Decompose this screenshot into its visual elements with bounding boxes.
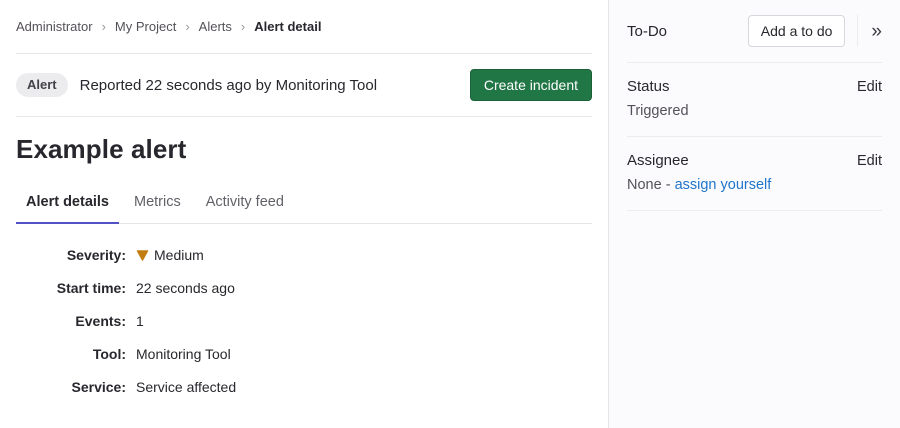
status-section: Status Edit Triggered	[627, 63, 882, 137]
detail-row-severity: Severity: Medium	[16, 245, 592, 265]
severity-value: Medium	[154, 247, 204, 263]
assignee-section: Assignee Edit None - assign yourself	[627, 137, 882, 211]
alert-header-banner: Alert Reported 22 seconds ago by Monitor…	[16, 54, 592, 117]
detail-row-service: Service: Service affected	[16, 377, 592, 397]
detail-value: 22 seconds ago	[136, 280, 235, 296]
detail-value: Service affected	[136, 379, 236, 395]
main-content: Administrator My Project Alerts Alert de…	[0, 0, 608, 428]
detail-label: Events:	[16, 313, 126, 329]
breadcrumb-item-alerts[interactable]: Alerts	[199, 19, 232, 34]
detail-value: 1	[136, 313, 144, 329]
page-title: Example alert	[16, 134, 592, 165]
assignee-header: Assignee Edit	[627, 152, 882, 169]
detail-row-start-time: Start time: 22 seconds ago	[16, 278, 592, 298]
detail-value: Monitoring Tool	[136, 346, 231, 362]
detail-row-events: Events: 1	[16, 311, 592, 331]
status-edit-button[interactable]: Edit	[857, 79, 882, 95]
breadcrumb-item-my-project[interactable]: My Project	[115, 19, 176, 34]
alert-tabs: Alert details Metrics Activity feed	[16, 186, 592, 224]
tab-activity-feed[interactable]: Activity feed	[196, 186, 294, 224]
assignee-edit-button[interactable]: Edit	[857, 153, 882, 169]
detail-label: Tool:	[16, 346, 126, 362]
tab-metrics[interactable]: Metrics	[124, 186, 191, 224]
assign-yourself-link[interactable]: assign yourself	[675, 177, 772, 193]
detail-label: Start time:	[16, 280, 126, 296]
alert-type-badge: Alert	[16, 73, 68, 98]
add-todo-button[interactable]: Add a to do	[748, 15, 846, 47]
alert-detail-page: Administrator My Project Alerts Alert de…	[0, 0, 900, 428]
assignee-label: Assignee	[627, 152, 689, 169]
todo-section: To-Do Add a to do	[627, 0, 882, 63]
reported-text: Reported 22 seconds ago by Monitoring To…	[80, 77, 377, 94]
create-incident-button[interactable]: Create incident	[470, 69, 592, 101]
chevron-right-icon	[241, 19, 245, 34]
breadcrumb-item-administrator[interactable]: Administrator	[16, 19, 93, 34]
status-value: Triggered	[627, 103, 882, 119]
right-sidebar: To-Do Add a to do Status Edit Triggered …	[608, 0, 900, 428]
collapse-sidebar-button[interactable]	[857, 15, 882, 47]
assignee-value: None - assign yourself	[627, 177, 882, 193]
breadcrumb-current-alert-detail: Alert detail	[254, 19, 321, 34]
tab-alert-details[interactable]: Alert details	[16, 186, 119, 224]
status-label: Status	[627, 78, 670, 95]
breadcrumb: Administrator My Project Alerts Alert de…	[16, 0, 592, 54]
detail-value: Medium	[136, 247, 204, 263]
severity-medium-icon	[136, 250, 149, 261]
detail-label: Service:	[16, 379, 126, 395]
assignee-none-text: None -	[627, 177, 675, 193]
chevron-right-icon	[102, 19, 106, 34]
status-header: Status Edit	[627, 78, 882, 95]
detail-label: Severity:	[16, 247, 126, 263]
detail-row-tool: Tool: Monitoring Tool	[16, 344, 592, 364]
todo-label: To-Do	[627, 23, 667, 40]
chevron-right-icon	[185, 19, 189, 34]
alert-details-list: Severity: Medium Start time: 22 seconds …	[16, 245, 592, 397]
chevron-double-right-icon	[871, 22, 882, 41]
